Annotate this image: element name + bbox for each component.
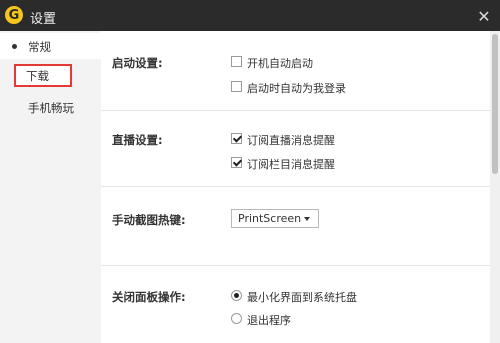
vertical-scrollbar[interactable] xyxy=(490,31,500,343)
close-panel-label: 关闭面板操作: xyxy=(112,290,186,304)
sidebar-item-label: 手机畅玩 xyxy=(28,101,74,115)
close-icon: ✕ xyxy=(477,6,491,26)
column-subscribe-checkbox[interactable] xyxy=(231,157,242,168)
settings-content: 启动设置: 开机自动启动 启动时自动为我登录 直播设置: 订阅直播消息提醒 订阅… xyxy=(101,31,490,343)
chevron-down-icon xyxy=(304,217,310,221)
option-label: 启动时自动为我登录 xyxy=(247,82,346,95)
close-button[interactable]: ✕ xyxy=(474,6,494,26)
hotkey-value: PrintScreen xyxy=(238,212,302,225)
option-label: 订阅栏目消息提醒 xyxy=(247,158,335,171)
hotkey-label: 手动截图热键: xyxy=(112,213,186,227)
title-bar: G 设置 ✕ xyxy=(0,0,500,31)
app-logo-icon: G xyxy=(5,6,23,24)
sidebar: 常规 下载 手机畅玩 xyxy=(0,31,101,343)
section-divider xyxy=(101,265,490,266)
startup-settings-label: 启动设置: xyxy=(112,56,163,70)
sidebar-item-download[interactable]: 下载 xyxy=(14,64,72,87)
window-title: 设置 xyxy=(30,12,57,27)
hotkey-dropdown[interactable]: PrintScreen xyxy=(231,209,319,228)
option-label: 开机自动启动 xyxy=(247,57,313,70)
live-settings-label: 直播设置: xyxy=(112,133,163,147)
option-label: 退出程序 xyxy=(247,314,291,327)
autologin-checkbox[interactable] xyxy=(231,81,242,92)
section-divider xyxy=(101,110,490,111)
active-dot-icon xyxy=(12,44,17,49)
scrollbar-thumb[interactable] xyxy=(492,34,498,174)
settings-window: G 设置 ✕ 常规 下载 手机畅玩 启动设置: 开机自动启动 启动时自动为我登录 xyxy=(0,0,500,343)
sidebar-item-label: 下载 xyxy=(26,69,49,83)
autostart-checkbox[interactable] xyxy=(231,56,242,67)
live-subscribe-checkbox[interactable] xyxy=(231,133,242,144)
sidebar-item-label: 常规 xyxy=(28,40,51,54)
exit-program-radio[interactable] xyxy=(231,313,242,324)
sidebar-item-mobile-play[interactable]: 手机畅玩 xyxy=(0,94,101,120)
section-divider xyxy=(101,186,490,187)
option-label: 订阅直播消息提醒 xyxy=(247,134,335,147)
option-label: 最小化界面到系统托盘 xyxy=(247,291,357,304)
sidebar-item-general[interactable]: 常规 xyxy=(0,33,101,59)
minimize-to-tray-radio[interactable] xyxy=(231,290,242,301)
